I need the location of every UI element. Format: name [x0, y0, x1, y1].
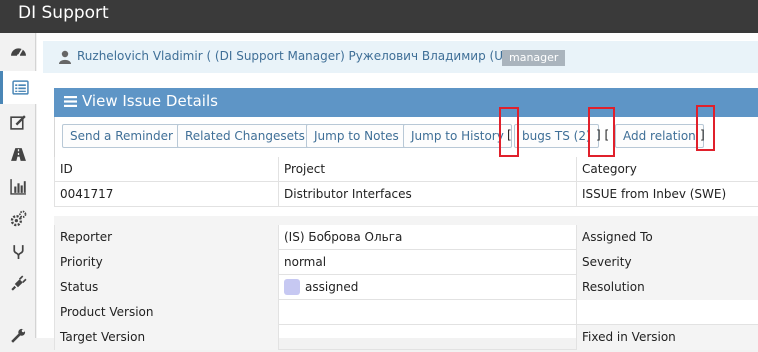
settings-icon: [10, 210, 26, 227]
table-spacer: [54, 216, 758, 225]
panel-title: View Issue Details: [82, 92, 218, 110]
add-relation-button[interactable]: Add relation: [615, 124, 704, 148]
user-role-badge: manager: [502, 50, 566, 66]
reporter-value: (IS) Боброва Ольга: [279, 225, 577, 250]
category-value: ISSUE from Inbev (SWE): [582, 187, 727, 201]
header-project: Project: [279, 157, 577, 182]
sidebar-item-issues[interactable]: [0, 71, 37, 104]
sidebar-item-manage[interactable]: [0, 202, 36, 235]
table-row: Reporter (IS) Боброва Ольга Assigned To: [54, 225, 758, 250]
related-changesets-button[interactable]: Related Changesets: [177, 124, 313, 148]
fork-icon: [12, 245, 24, 259]
sidebar-item-tools[interactable]: [0, 319, 36, 352]
app-title: DI Support: [18, 3, 109, 23]
menu-icon: [64, 96, 77, 107]
user-icon: [59, 50, 71, 64]
assigned-to-label: Assigned To: [577, 225, 758, 250]
status-label: Status: [54, 275, 279, 300]
dashboard-icon: [10, 48, 26, 58]
sidebar-item-report[interactable]: [0, 106, 36, 139]
issue-toolbar: Send a Reminder Related Changesets Jump …: [54, 105, 758, 157]
table-row: Status assigned Resolution: [54, 275, 758, 300]
jump-to-history-button[interactable]: Jump to History: [403, 124, 512, 148]
header-id: ID: [54, 157, 279, 182]
status-color-swatch: [284, 278, 300, 295]
table-row: 0041717 Distributor Interfaces ISSUE fro…: [54, 182, 758, 207]
priority-value: normal: [279, 250, 577, 275]
highlight-box: [588, 107, 615, 157]
highlight-box: [696, 105, 715, 151]
status-cell: assigned: [279, 275, 577, 300]
highlight-box: [499, 107, 519, 157]
wrench-icon: [10, 328, 25, 343]
table-row: Priority normal Severity: [54, 250, 758, 275]
status-value: assigned: [305, 280, 359, 294]
bar-chart-icon: [9, 179, 26, 195]
user-bar: Ruzhelovich Vladimir ( (DI Support Manag…: [43, 41, 758, 73]
sidebar-item-plugins[interactable]: [0, 267, 36, 300]
top-bar: DI Support: [0, 0, 758, 33]
road-icon: [10, 148, 26, 161]
sidebar: [0, 33, 37, 343]
project-value: Distributor Interfaces: [279, 182, 577, 207]
bugs-ts-button[interactable]: bugs TS (2): [514, 124, 599, 148]
product-version-value: [279, 300, 577, 325]
plug-icon: [10, 275, 27, 291]
table-row: ID Project Category: [54, 157, 758, 182]
resolution-label: Resolution: [577, 275, 758, 300]
priority-label: Priority: [54, 250, 279, 275]
severity-label: Severity: [577, 250, 758, 275]
sidebar-item-roadmap[interactable]: [0, 138, 36, 171]
sidebar-item-summary[interactable]: [0, 170, 36, 203]
table-row: Product Version: [54, 300, 758, 325]
send-reminder-button[interactable]: Send a Reminder: [62, 124, 181, 148]
empty-cell: [577, 300, 758, 325]
sidebar-item-repositories[interactable]: [0, 235, 36, 268]
product-version-label: Product Version: [54, 300, 279, 325]
list-icon: [11, 80, 29, 95]
panel-header: View Issue Details: [54, 88, 758, 117]
edit-icon: [9, 115, 26, 130]
main-content: Ruzhelovich Vladimir ( (DI Support Manag…: [37, 33, 758, 350]
reporter-label: Reporter: [54, 225, 279, 250]
header-category: Category: [582, 162, 637, 176]
user-name-link[interactable]: Ruzhelovich Vladimir ( (DI Support Manag…: [77, 49, 549, 63]
jump-to-notes-button[interactable]: Jump to Notes: [306, 124, 407, 148]
issue-id-value: 0041717: [54, 182, 279, 207]
sidebar-item-dashboard[interactable]: [0, 35, 36, 68]
